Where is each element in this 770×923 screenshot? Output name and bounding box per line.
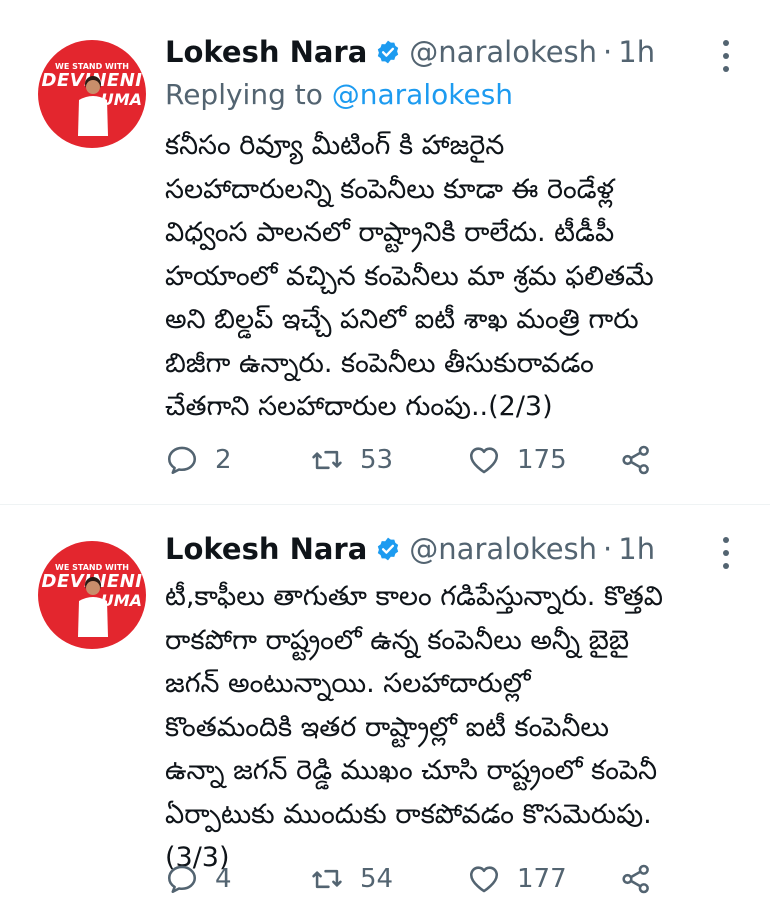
tweet-text-line: టీ,కాఫీలు తాగుతూ కాలం గడిపేస్తున్నారు. క… [165,581,663,612]
tweet-text-line: చేతగాని సలహాదారుల గుంపు..(2/3) [165,391,553,422]
tweet-text-line: ఏర్పాటుకు ముందుకు రాకపోవడం కొసమెరుపు. [165,798,652,830]
retweet-icon [312,450,342,470]
tweet-text-line: విధ్వంస పాలనలో రాష్ట్రానికి రాలేదు. టీడీ… [165,217,615,248]
reply-count: 2 [215,445,232,475]
avatar-banner-name2: UMA [100,90,142,109]
tweet-header: Lokesh Nara @naralokesh · 1h [165,527,655,571]
replying-to-label: Replying to [165,78,323,111]
like-count: 175 [517,445,567,475]
retweet-count: 53 [360,445,394,475]
tweet-text-line: జగన్ అంటున్నాయి. సలహాదారుల్లో [165,668,531,699]
reply-icon [167,446,197,475]
tweet-text-line: హయాంలో వచ్చిన కంపెనీలు మా శ్రమ ఫలితమే [165,260,654,292]
retweet-count: 54 [360,864,394,894]
tweet-text: కనీసం రివ్యూ మీటింగ్ కి హాజరైన సలహాదారుల… [165,124,745,429]
more-vertical-icon[interactable] [716,535,736,571]
tweet-text: టీ,కాఫీలు తాగుతూ కాలం గడిపేస్తున్నారు. క… [165,575,745,880]
author-handle[interactable]: @naralokesh [409,35,597,69]
retweet-button[interactable]: 53 [310,440,393,480]
author-name[interactable]: Lokesh Nara [165,35,367,69]
retweet-icon [312,869,342,889]
tweet-text-line: రాకపోగా రాష్ట్రంలో ఉన్న కంపెనీలు అన్నీ బ… [165,624,630,656]
avatar[interactable]: WE STAND WITH DEVINENI UMA [38,541,146,649]
share-icon [622,864,649,894]
avatar[interactable]: WE STAND WITH DEVINENI UMA [38,40,146,148]
tweet-text-line: అని బిల్డప్ ఇచ్చే పనిలో ఐటీ శాఖ మంత్రి గ… [165,304,639,335]
reply-count: 4 [215,864,232,894]
reply-icon [167,865,197,894]
tweet[interactable]: WE STAND WITH DEVINENI UMA Lokesh Nara @… [0,505,770,923]
timestamp[interactable]: 1h [618,532,655,566]
tweet-text-line: బిజీగా ఉన్నారు. కంపెనీలు తీసుకురావడం [165,347,594,379]
avatar-banner-name2: UMA [100,591,142,610]
tweet-text-line: కనీసం రివ్యూ మీటింగ్ కి హాజరైన [165,130,505,161]
reply-button[interactable]: 4 [165,859,232,899]
tweet-header: Lokesh Nara @naralokesh · 1h [165,30,655,74]
tweet-actions: 4 54 177 [165,859,665,899]
author-handle[interactable]: @naralokesh [409,532,597,566]
heart-icon [469,447,499,474]
retweet-button[interactable]: 54 [310,859,393,899]
reply-mention-link[interactable]: @naralokesh [332,78,513,111]
author-name[interactable]: Lokesh Nara [165,532,367,566]
separator-dot: · [603,532,613,566]
tweet-text-line: ఉన్నా జగన్ రెడ్డి ముఖం చూసి రాష్ట్రంలో క… [165,755,658,786]
share-button[interactable] [619,440,653,480]
share-button[interactable] [619,859,653,899]
share-icon [622,445,649,475]
separator-dot: · [603,35,613,69]
like-button[interactable]: 175 [467,440,567,480]
verified-badge-icon [378,40,399,64]
tweet-actions: 2 53 175 [165,440,665,480]
verified-badge-icon [378,537,399,561]
tweet-text-line: సలహాదారులన్ని కంపెనీలు కూడా ఈ రెండేళ్ల [165,173,615,205]
replying-to: Replying to @naralokesh [165,78,513,111]
like-button[interactable]: 177 [467,859,567,899]
timestamp[interactable]: 1h [618,35,655,69]
reply-button[interactable]: 2 [165,440,232,480]
tweet-text-line: కొంతమందికి ఇతర రాష్ట్రాల్లో ఐటీ కంపెనీలు [165,711,609,743]
like-count: 177 [517,864,567,894]
more-vertical-icon[interactable] [716,38,736,74]
tweet[interactable]: WE STAND WITH DEVINENI UMA Lokesh Nara @… [0,0,770,505]
heart-icon [469,866,499,893]
